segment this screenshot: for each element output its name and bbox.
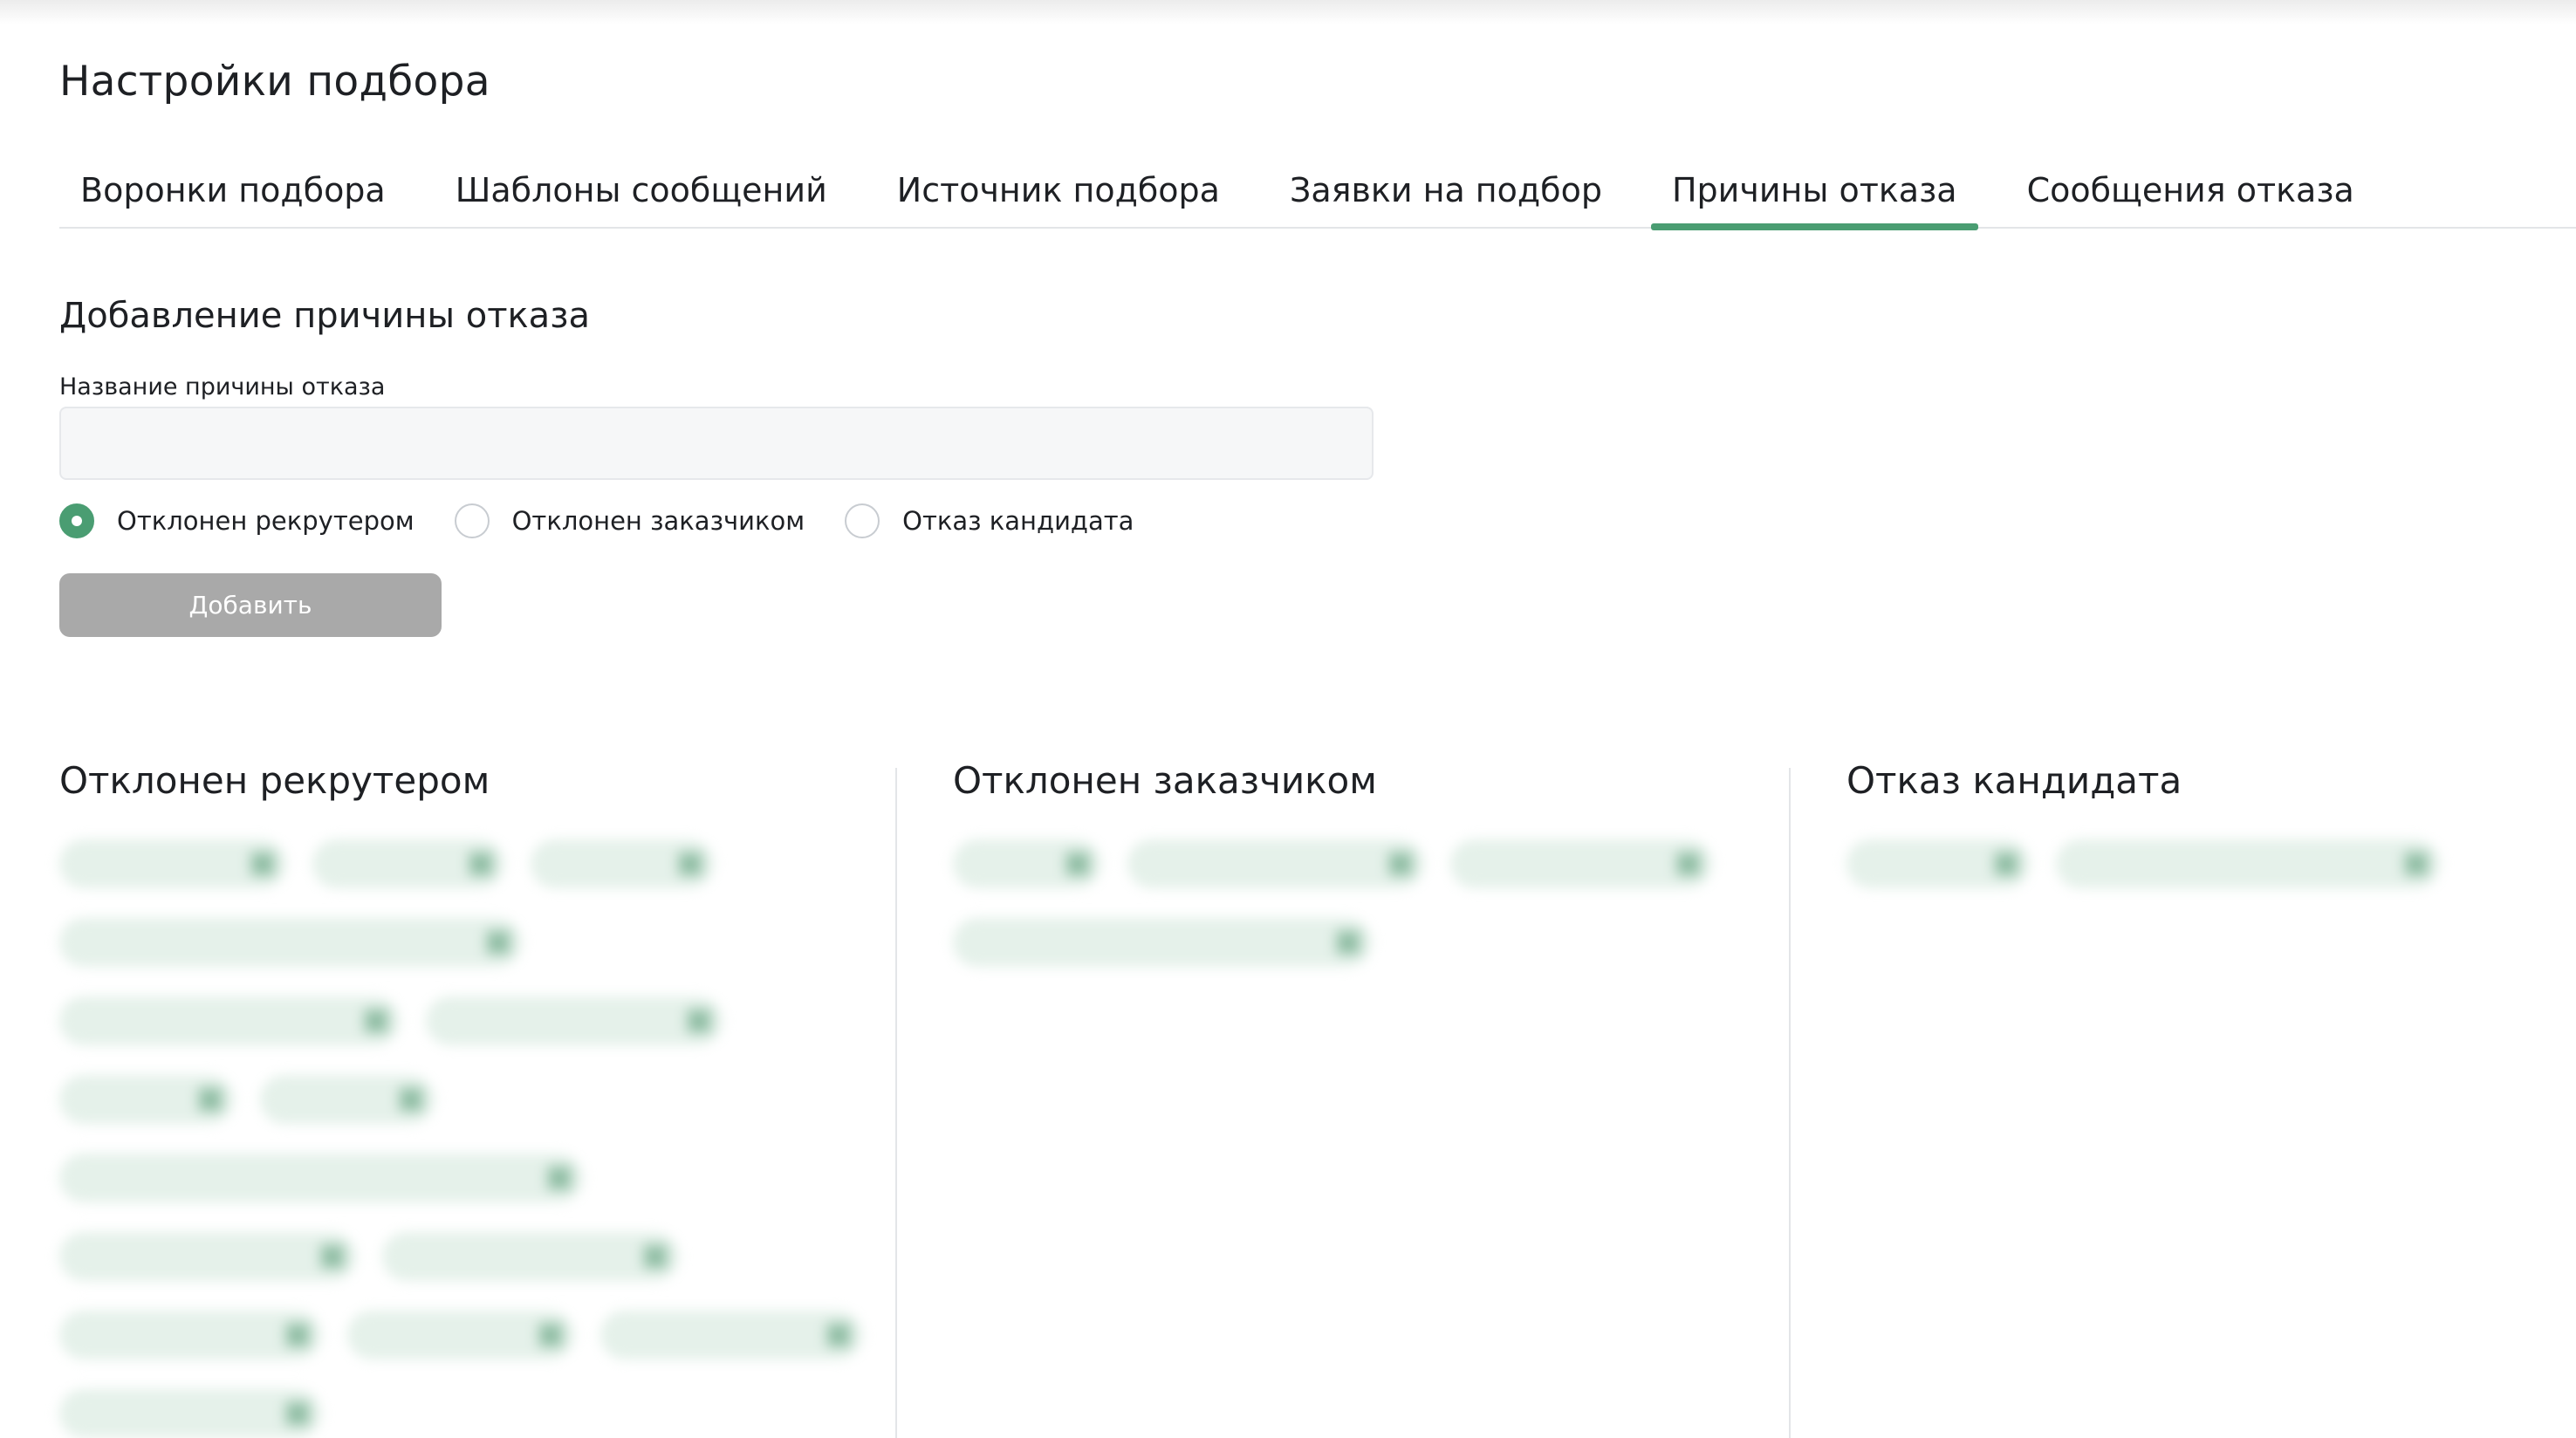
reason-type-radio-group: Отклонен рекрутером Отклонен заказчиком … xyxy=(59,502,1174,540)
page-title: Настройки подбора xyxy=(59,58,490,106)
close-icon[interactable]: × xyxy=(250,851,276,878)
reason-chip: × xyxy=(953,839,1101,889)
reason-chip: × xyxy=(59,1232,356,1282)
tab-message-templates[interactable]: Шаблоны сообщений xyxy=(435,161,848,227)
reason-chip: × xyxy=(347,1311,574,1360)
column-title: Отказ кандидата xyxy=(1846,759,2182,802)
tab-recruitment-sources[interactable]: Источник подбора xyxy=(876,161,1241,227)
close-icon[interactable]: × xyxy=(826,1322,852,1349)
close-icon[interactable]: × xyxy=(677,851,703,878)
reason-chip: × xyxy=(1846,839,2030,889)
close-icon[interactable]: × xyxy=(319,1243,346,1270)
reason-chip: × xyxy=(59,1311,321,1360)
close-icon[interactable]: × xyxy=(284,1322,311,1349)
radio-rejected-by-recruiter[interactable]: Отклонен рекрутером xyxy=(59,503,414,538)
reason-chip: × xyxy=(59,839,286,889)
close-icon[interactable]: × xyxy=(363,1008,389,1035)
reason-chip: × xyxy=(426,996,723,1046)
reason-chip: × xyxy=(59,918,522,968)
reason-chip-list: × × xyxy=(1846,839,2545,889)
reason-chip: × xyxy=(382,1232,679,1282)
tab-rejection-reasons[interactable]: Причины отказа xyxy=(1650,161,1978,230)
radio-candidate-refusal[interactable]: Отказ кандидата xyxy=(845,503,1134,538)
reason-name-label: Название причины отказа xyxy=(59,373,386,401)
reason-chip: × xyxy=(1127,839,1424,889)
close-icon[interactable]: × xyxy=(468,851,494,878)
close-icon[interactable]: × xyxy=(398,1086,424,1113)
tab-recruitment-requests[interactable]: Заявки на подбор xyxy=(1269,161,1623,227)
settings-tabs: Воронки подбора Шаблоны сообщений Источн… xyxy=(59,161,2576,230)
close-icon[interactable]: × xyxy=(1993,851,2019,878)
column-candidate-refusal: Отказ кандидата × × xyxy=(1846,759,2545,1438)
reason-chip: × xyxy=(312,839,504,889)
reason-chip: × xyxy=(531,839,714,889)
reason-chip: × xyxy=(59,1075,234,1125)
column-divider xyxy=(1789,768,1791,1438)
column-divider xyxy=(895,768,897,1438)
close-icon[interactable]: × xyxy=(197,1086,223,1113)
close-icon[interactable]: × xyxy=(1335,929,1361,956)
reason-chip: × xyxy=(59,996,400,1046)
close-icon[interactable]: × xyxy=(686,1008,712,1035)
radio-unchecked-icon[interactable] xyxy=(454,503,490,538)
close-icon[interactable]: × xyxy=(2403,851,2429,878)
radio-rejected-by-client[interactable]: Отклонен заказчиком xyxy=(454,503,805,538)
tab-rejection-messages[interactable]: Сообщения отказа xyxy=(2006,161,2375,227)
column-rejected-by-client: Отклонен заказчиком × × × × xyxy=(953,759,1764,1438)
reason-chip: × xyxy=(2056,839,2440,889)
reason-name-input[interactable] xyxy=(59,407,1374,480)
radio-label: Отклонен заказчиком xyxy=(511,506,805,536)
close-icon[interactable]: × xyxy=(1675,851,1702,878)
reason-chip-list: × × × × xyxy=(953,839,1764,968)
add-reason-title: Добавление причины отказа xyxy=(59,296,590,336)
radio-label: Отклонен рекрутером xyxy=(117,506,414,536)
radio-checked-icon[interactable] xyxy=(59,503,94,538)
tab-recruitment-funnels[interactable]: Воронки подбора xyxy=(59,161,407,227)
close-icon[interactable]: × xyxy=(1387,851,1414,878)
reason-chip: × xyxy=(59,1154,583,1203)
reason-chip: × xyxy=(1450,839,1712,889)
close-icon[interactable]: × xyxy=(284,1400,311,1428)
reason-chip: × xyxy=(953,918,1372,968)
column-rejected-by-recruiter: Отклонен рекрутером × × × × × × × × × × × × × × × xyxy=(59,759,871,1438)
column-title: Отклонен рекрутером xyxy=(59,759,490,802)
close-icon[interactable]: × xyxy=(642,1243,668,1270)
close-icon[interactable]: × xyxy=(546,1165,572,1192)
add-button[interactable]: Добавить xyxy=(59,573,442,637)
reason-chip: × xyxy=(600,1311,862,1360)
radio-label: Отказ кандидата xyxy=(902,506,1134,536)
close-icon[interactable]: × xyxy=(538,1322,564,1349)
radio-unchecked-icon[interactable] xyxy=(845,503,880,538)
top-shadow xyxy=(0,0,2576,24)
column-title: Отклонен заказчиком xyxy=(953,759,1377,802)
reason-chip: × xyxy=(59,1389,321,1438)
reason-chip-list: × × × × × × × × × × × × × × × xyxy=(59,839,871,1438)
close-icon[interactable]: × xyxy=(485,929,511,956)
reason-chip: × xyxy=(260,1075,435,1125)
close-icon[interactable]: × xyxy=(1065,851,1091,878)
